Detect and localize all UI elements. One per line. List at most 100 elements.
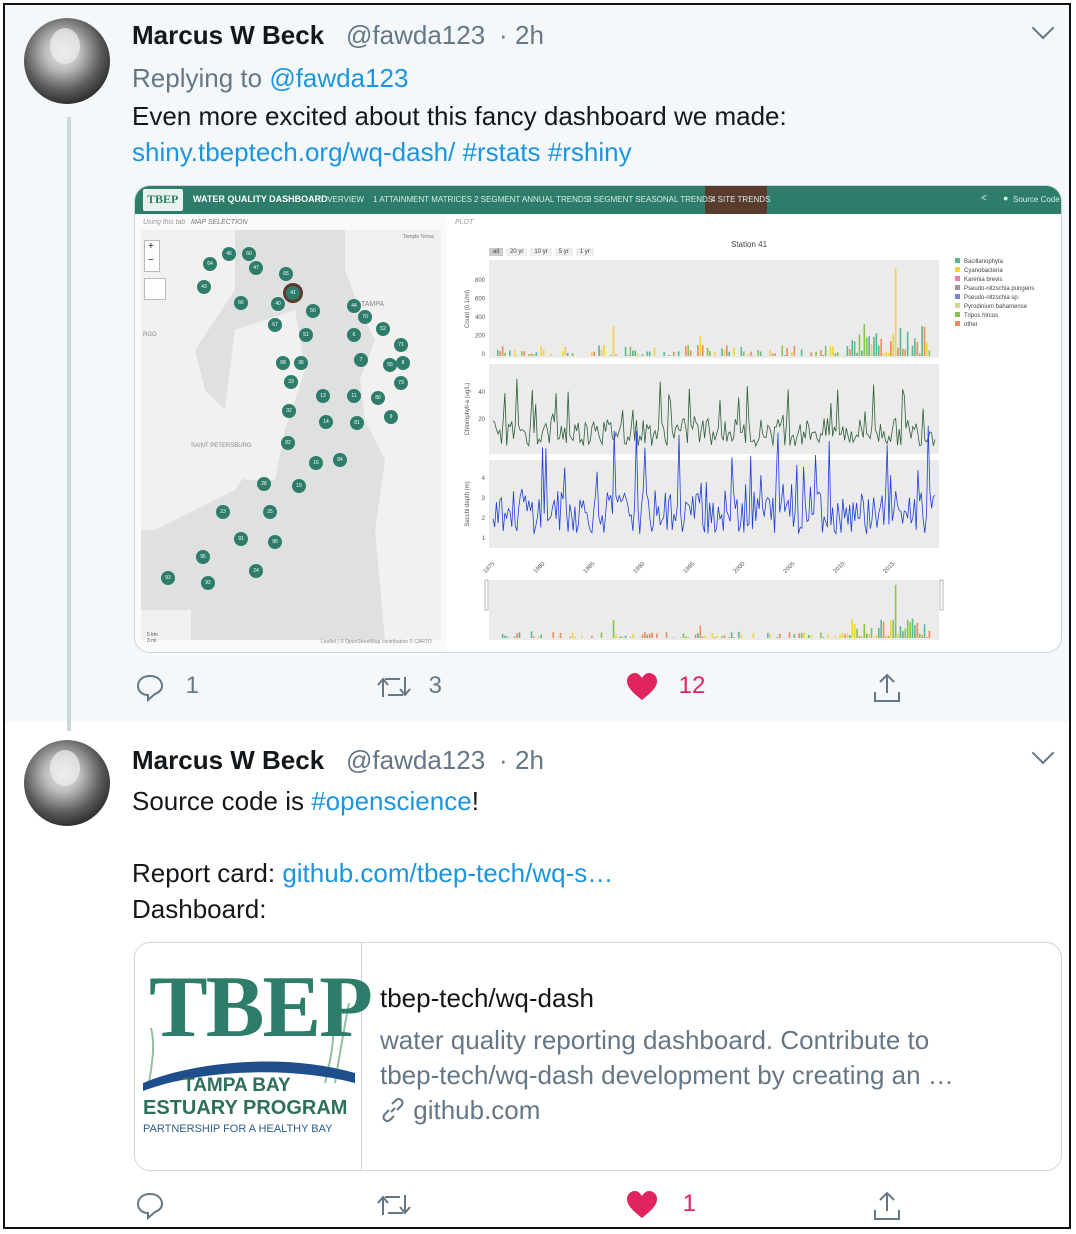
github-icon[interactable]: ● (1003, 193, 1008, 203)
author-handle-2[interactable]: @fawda123 (346, 745, 485, 776)
count-bar (810, 352, 813, 356)
layers-icon[interactable] (144, 278, 166, 300)
author-name-2[interactable]: Marcus W Beck (132, 745, 324, 776)
station-marker[interactable]: 67 (268, 318, 282, 332)
hashtag-rstats[interactable]: #rstats (463, 137, 541, 167)
station-marker[interactable]: 68 (276, 356, 290, 370)
reply-icon (136, 1192, 164, 1221)
station-marker[interactable]: 52 (376, 322, 390, 336)
timestamp-2[interactable]: 2h (515, 745, 544, 776)
card-title[interactable]: tbep-tech/wq-dash (380, 983, 594, 1014)
dashboard-screenshot[interactable]: TBEP WATER QUALITY DASHBOARD OVERVIEW 1 … (134, 185, 1062, 653)
replying-handle-link[interactable]: @fawda123 (269, 63, 408, 93)
timestamp[interactable]: 2h (515, 20, 544, 51)
station-marker[interactable]: 24 (249, 564, 263, 578)
station-marker[interactable]: 47 (249, 261, 263, 275)
hashtag-rshiny[interactable]: #rshiny (548, 137, 632, 167)
station-marker[interactable]: 73 (394, 376, 408, 390)
share-button-2[interactable] (871, 1190, 903, 1227)
station-marker[interactable]: 13 (316, 389, 330, 403)
legend-item[interactable]: Pyrodinium bahamense (955, 303, 1034, 312)
zoom-in-button[interactable]: + (148, 241, 154, 252)
legend-item[interactable]: Bacillariophyta (955, 258, 1034, 267)
author-name[interactable]: Marcus W Beck (132, 20, 324, 51)
source-code-link[interactable]: Source Code (1013, 195, 1060, 204)
like-button[interactable]: 12 (626, 672, 705, 702)
legend-item[interactable]: Tripos hircus (955, 312, 1034, 321)
station-marker[interactable]: 9 (384, 410, 398, 424)
report-link[interactable]: github.com/tbep-tech/wq-s… (282, 858, 613, 888)
legend-item[interactable]: other (955, 321, 1034, 330)
legend-label: Pseudo-nitzschia pungens (964, 286, 1035, 292)
station-marker[interactable]: 25 (263, 505, 277, 519)
station-marker[interactable]: 11 (347, 389, 361, 403)
station-marker[interactable]: 43 (197, 280, 211, 294)
station-marker[interactable]: 90 (268, 535, 282, 549)
station-marker[interactable]: 71 (394, 338, 408, 352)
share-button[interactable] (871, 672, 903, 704)
author-handle[interactable]: @fawda123 (346, 20, 485, 51)
station-marker[interactable]: 28 (257, 477, 271, 491)
station-marker[interactable]: 92 (201, 576, 215, 590)
like-button-2[interactable]: 1 (626, 1190, 696, 1220)
station-marker[interactable]: 65 (279, 267, 293, 281)
station-marker[interactable]: 60 (242, 247, 256, 261)
count-bar (726, 345, 728, 356)
chevron-down-icon[interactable] (1031, 16, 1055, 40)
station-marker[interactable]: 14 (319, 415, 333, 429)
chevron-down-icon-2[interactable] (1031, 741, 1055, 765)
map-attribution[interactable]: Leaflet | © OpenStreetMap contributors ©… (321, 639, 432, 645)
station-marker[interactable]: 70 (358, 310, 372, 324)
zoom-out-button[interactable]: − (148, 255, 154, 266)
station-marker[interactable]: 23 (216, 505, 230, 519)
station-marker[interactable]: 7 (354, 353, 368, 367)
station-marker[interactable]: 8 (396, 356, 410, 370)
subtab-using[interactable]: Using this tab (143, 219, 185, 226)
nav-annual[interactable]: 2 SEGMENT ANNUAL TRENDS (474, 195, 589, 204)
station-marker[interactable]: 91 (234, 532, 248, 546)
station-marker[interactable]: 32 (282, 404, 296, 418)
hashtag-openscience[interactable]: #opensciencе (311, 786, 471, 816)
station-marker[interactable]: 64 (203, 257, 217, 271)
station-marker[interactable]: 55 (383, 358, 397, 372)
tweet-1[interactable]: Marcus W Beck @fawda123 · 2h Replying to… (5, 5, 1069, 731)
legend-item[interactable]: Pseudo-nitzschia pungens (955, 285, 1034, 294)
station-marker[interactable]: 95 (196, 550, 210, 564)
station-marker[interactable]: 66 (234, 296, 248, 310)
nav-overview[interactable]: OVERVIEW (321, 195, 364, 204)
retweet-button-2[interactable] (376, 1190, 412, 1227)
station-marker[interactable]: 93 (161, 571, 175, 585)
nav-seasonal[interactable]: 3 SEGMENT SEASONAL TRENDS (587, 195, 713, 204)
station-marker[interactable]: 82 (281, 436, 295, 450)
link-preview-card[interactable]: TBEP TAMPA BAY ESTUARY PROGRAM PARTNERSH… (134, 942, 1062, 1171)
station-marker[interactable]: 84 (333, 453, 347, 467)
station-marker[interactable]: 41 (283, 283, 303, 303)
station-marker[interactable]: 40 (271, 297, 285, 311)
nav-site-trends[interactable]: 4 SITE TRENDS (711, 195, 770, 204)
station-marker[interactable]: 6 (347, 328, 361, 342)
avatar[interactable] (24, 18, 110, 104)
legend-item[interactable]: Cyanobacteria (955, 267, 1034, 276)
station-marker[interactable]: 81 (350, 416, 364, 430)
legend-item[interactable]: Pseudo-nitzschia sp. (955, 294, 1034, 303)
station-marker[interactable]: 44 (347, 299, 361, 313)
reply-button-2[interactable] (135, 1190, 165, 1227)
share-icon[interactable]: < (981, 193, 987, 204)
station-marker[interactable]: 19 (292, 479, 306, 493)
station-marker[interactable]: 36 (294, 356, 308, 370)
station-marker[interactable]: 46 (222, 247, 236, 261)
dashboard-link[interactable]: shiny.tbeptech.org/wq-dash/ (132, 137, 455, 167)
subtab-map[interactable]: MAP SELECTION (191, 219, 248, 226)
legend-item[interactable]: Karenia brevis (955, 276, 1034, 285)
retweet-button[interactable]: 3 (376, 672, 442, 702)
count-bar (499, 351, 502, 356)
station-marker[interactable]: 80 (371, 391, 385, 405)
station-marker[interactable]: 16 (309, 456, 323, 470)
reply-button[interactable]: 1 (135, 672, 199, 703)
avatar-2[interactable] (24, 740, 110, 826)
nav-attainment[interactable]: 1 ATTAINMENT MATRICES (373, 195, 472, 204)
station-marker[interactable]: 33 (284, 375, 298, 389)
station-marker[interactable]: 50 (306, 304, 320, 318)
station-marker[interactable]: 51 (299, 328, 313, 342)
plot-tab[interactable]: PLOT (455, 219, 473, 226)
